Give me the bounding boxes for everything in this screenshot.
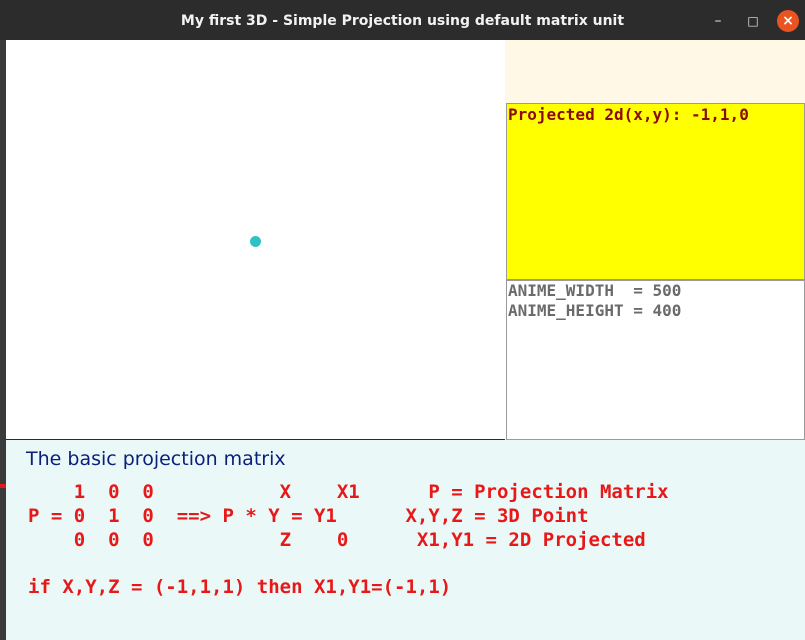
projection-output-box: Projected 2d(x,y): -1,1,0 — [506, 103, 805, 280]
anime-width-text: ANIME_WIDTH = 500 — [508, 281, 682, 300]
dimensions-box: ANIME_WIDTH = 500 ANIME_HEIGHT = 400 — [506, 280, 805, 440]
projected-point — [250, 236, 261, 247]
info-panel-header — [505, 40, 805, 103]
explanation-heading: The basic projection matrix — [26, 448, 286, 470]
anime-height-text: ANIME_HEIGHT = 400 — [508, 301, 682, 320]
close-button[interactable]: × — [777, 10, 799, 32]
maximize-button[interactable]: □ — [742, 10, 764, 32]
explanation-panel: The basic projection matrix 1 0 0 X X1 P… — [6, 440, 805, 640]
matrix-line-3: 0 0 0 Z 0 X1,Y1 = 2D Projected — [28, 529, 646, 551]
window-titlebar[interactable]: My first 3D - Simple Projection using de… — [0, 0, 805, 40]
window-title: My first 3D - Simple Projection using de… — [180, 13, 625, 29]
info-panel: Projected 2d(x,y): -1,1,0 ANIME_WIDTH = … — [505, 40, 805, 440]
minimize-button[interactable]: – — [707, 10, 729, 32]
example-line: if X,Y,Z = (-1,1,1) then X1,Y1=(-1,1) — [28, 576, 452, 598]
matrix-line-2: P = 0 1 0 ==> P * Y = Y1 X,Y,Z = 3D Poin… — [28, 505, 589, 527]
projected-coordinates-text: Projected 2d(x,y): -1,1,0 — [508, 105, 749, 124]
matrix-line-1: 1 0 0 X X1 P = Projection Matrix — [28, 481, 669, 503]
animation-canvas — [6, 40, 505, 439]
